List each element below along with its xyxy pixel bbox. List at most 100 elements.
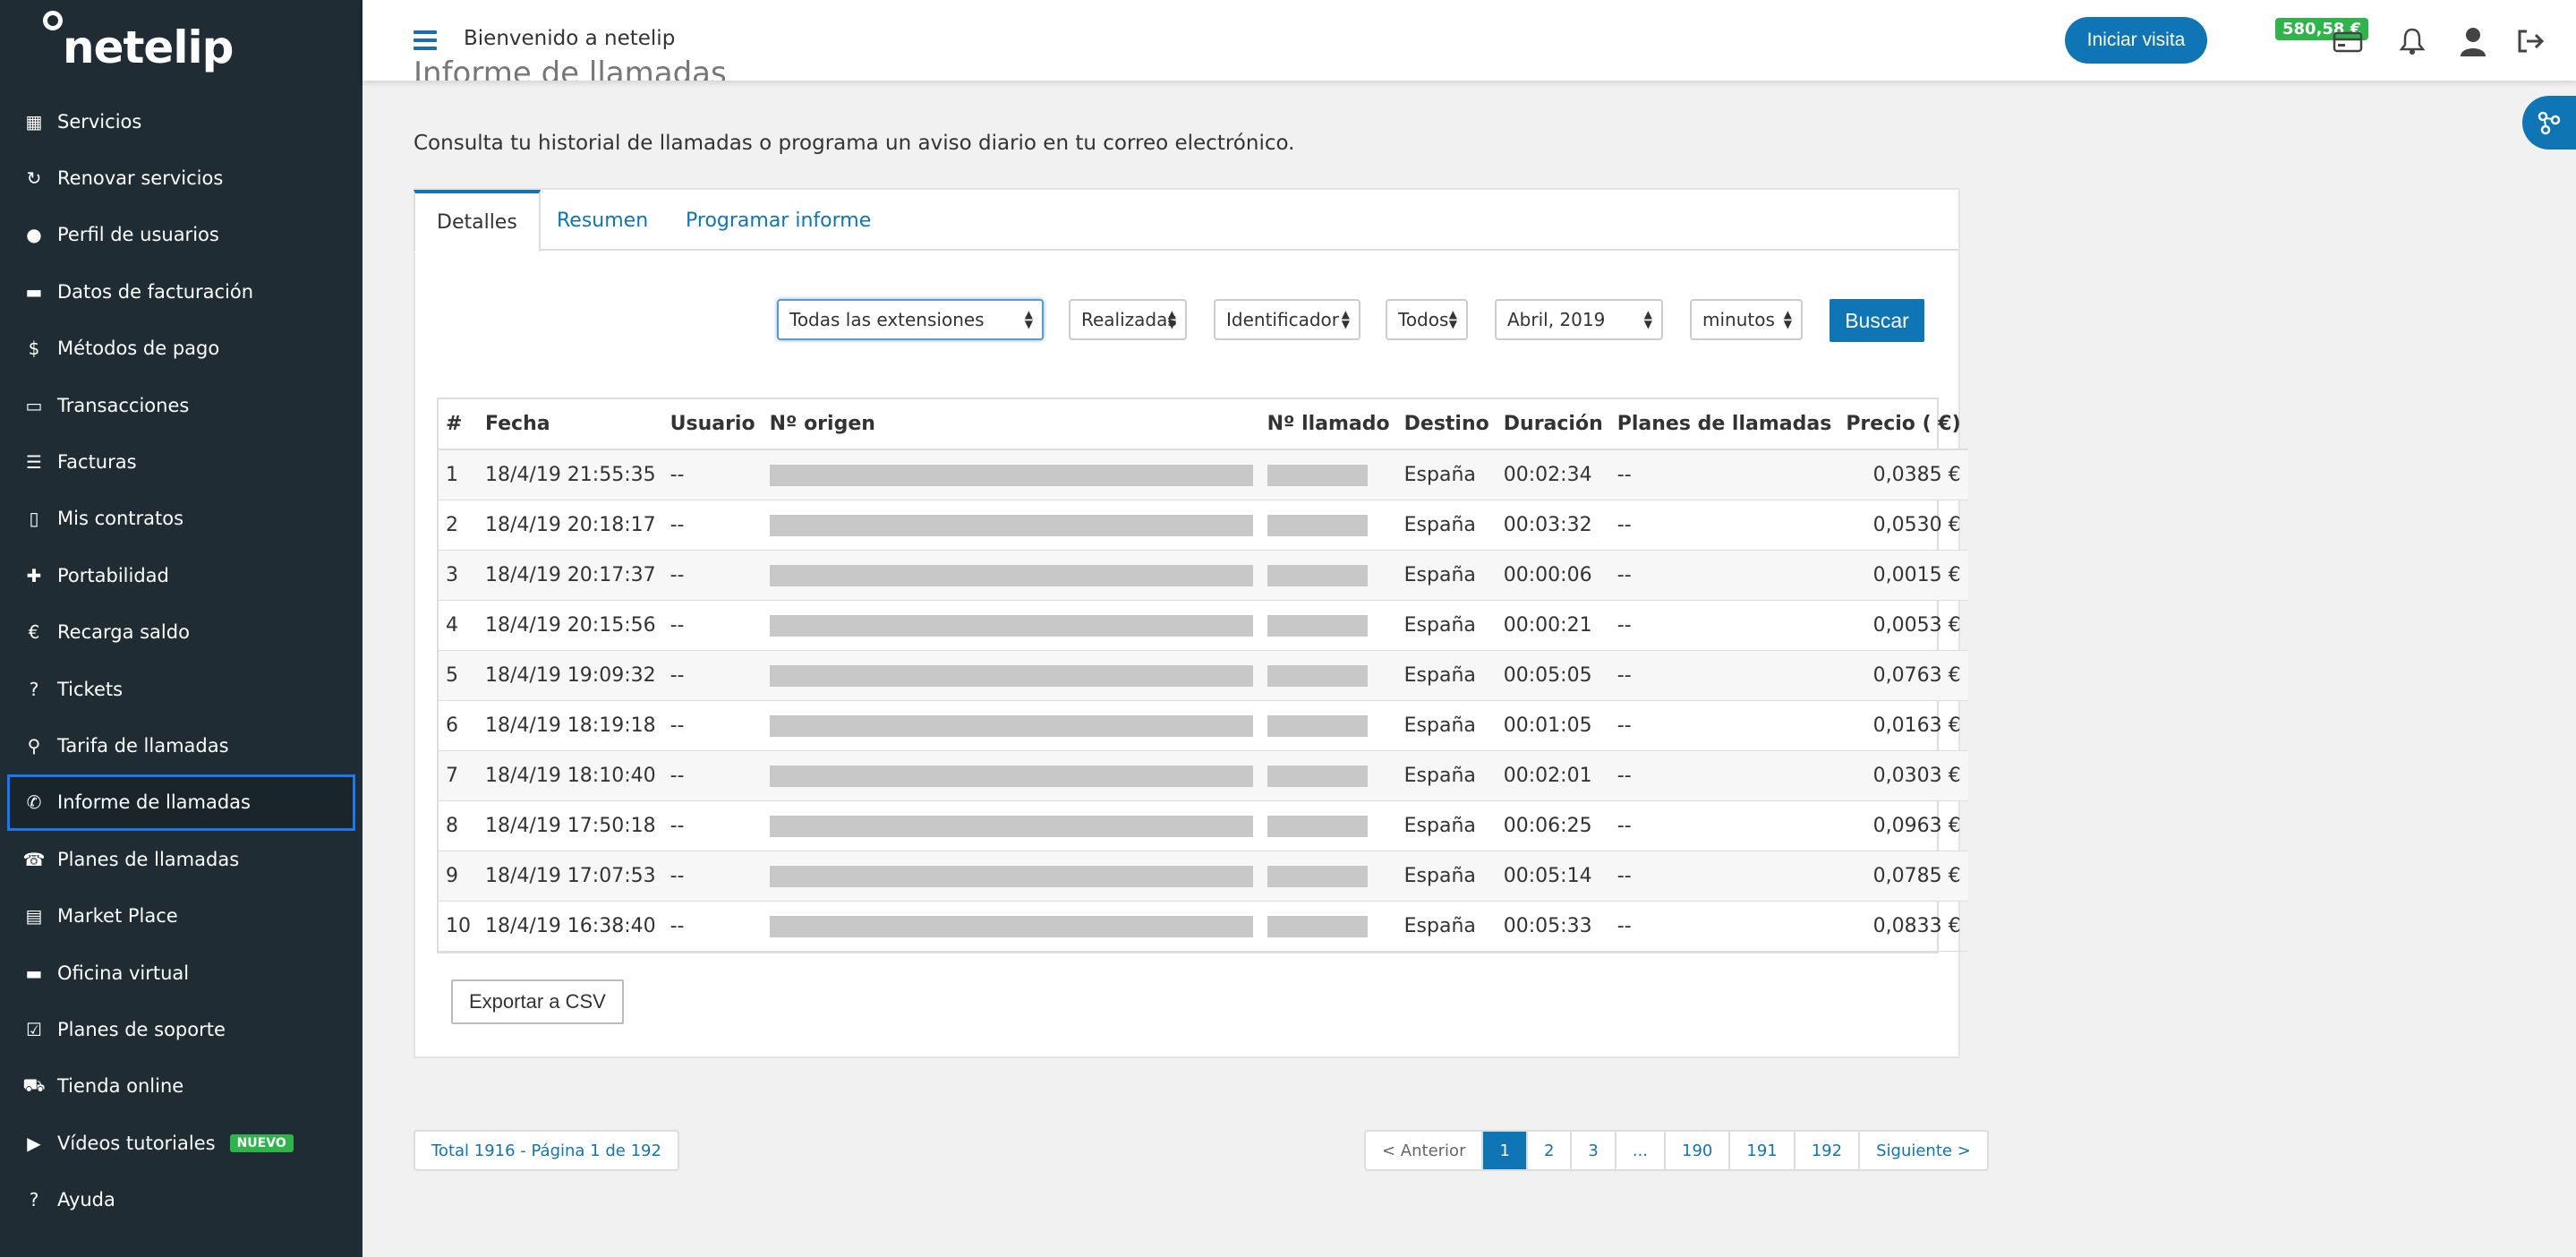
- redacted-block: [1267, 865, 1368, 887]
- tabs: Detalles Resumen Programar informe: [414, 190, 1958, 252]
- start-visit-button[interactable]: Iniciar visita: [2065, 17, 2207, 64]
- sidebar-item-perfil-de-usuarios[interactable]: ● Perfil de usuarios: [0, 207, 363, 263]
- sidebar-item-transacciones[interactable]: ▭ Transacciones: [0, 377, 363, 433]
- redacted-block: [769, 815, 1253, 837]
- store-icon: ▤: [25, 905, 43, 928]
- cell-user: --: [662, 500, 763, 551]
- unit-select[interactable]: minutos ▲ ▼: [1690, 299, 1803, 340]
- cell-destination: España: [1396, 550, 1497, 601]
- list-icon: ☰: [26, 451, 42, 474]
- sidebar-item-label: Datos de facturación: [57, 280, 254, 303]
- cell-origin-redacted: [762, 550, 1260, 601]
- dollar-icon: $: [28, 338, 40, 360]
- search-icon: ⚲: [27, 734, 41, 757]
- sidebar-item-tickets[interactable]: ? Tickets: [0, 661, 363, 717]
- cell-date: 18/4/19 20:18:17: [478, 500, 663, 551]
- table-row: 6 18/4/19 18:19:18 -- España 00:01:05 -- 0,016…: [439, 700, 1968, 751]
- export-csv-button[interactable]: Exportar a CSV: [451, 979, 624, 1024]
- cell-call-plans: --: [1609, 700, 1839, 751]
- pagination-prev[interactable]: < Anterior: [1366, 1132, 1484, 1169]
- identifier-select[interactable]: Identificador ▲ ▼: [1214, 299, 1361, 340]
- pagination-page[interactable]: 190: [1666, 1132, 1731, 1169]
- extensions-select[interactable]: Todas las extensiones ▲ ▼: [777, 299, 1044, 340]
- netelip-logo[interactable]: netelip: [43, 7, 240, 79]
- call-report-panel: Detalles Resumen Programar informe Todas…: [414, 188, 1968, 1058]
- sidebar-item-portabilidad[interactable]: ✚ Portabilidad: [0, 547, 363, 603]
- table-row: 1 18/4/19 21:55:35 -- España 00:02:34 -- 0,038…: [439, 449, 1968, 500]
- intro-text: Consulta tu historial de llamadas o prog…: [414, 132, 1295, 155]
- sidebar-item-label: Informe de llamadas: [57, 791, 251, 814]
- status-select[interactable]: Todos ▲ ▼: [1386, 299, 1468, 340]
- logout-icon[interactable]: [2514, 25, 2546, 57]
- cell-called-redacted: [1259, 700, 1397, 751]
- sidebar-item-renovar-servicios[interactable]: ↻ Renovar servicios: [0, 150, 363, 206]
- bell-icon[interactable]: [2396, 25, 2428, 57]
- pagination-page[interactable]: 192: [1796, 1132, 1861, 1169]
- page-title: Informe de llamadas: [414, 56, 727, 81]
- sidebar-item-tienda-online[interactable]: ⛟ Tienda online: [0, 1058, 363, 1115]
- total-pages-info: Total 1916 - Página 1 de 192: [414, 1130, 679, 1171]
- sidebar-item-planes-de-soporte[interactable]: ☑ Planes de soporte: [0, 1001, 363, 1057]
- cell-price: 0,0763 €: [1838, 650, 1968, 701]
- sidebar-item-oficina-virtual[interactable]: ▬ Oficina virtual: [0, 945, 363, 1001]
- sidebar-item-tarifa-de-llamadas[interactable]: ⚲ Tarifa de llamadas: [0, 717, 363, 774]
- select-arrows-icon: ▲ ▼: [1341, 308, 1350, 330]
- cell-user: --: [662, 449, 763, 500]
- tab-details[interactable]: Detalles: [414, 190, 541, 252]
- sidebar-item-planes-de-llamadas[interactable]: ☎ Planes de llamadas: [0, 831, 363, 887]
- user-account-icon[interactable]: [2457, 25, 2489, 57]
- sidebar-item-informe-de-llamadas[interactable]: ✆ Informe de llamadas: [7, 774, 355, 832]
- sidebar-item-label: Tienda online: [57, 1075, 184, 1098]
- network-icon: [2538, 111, 2561, 135]
- tab-schedule-report[interactable]: Programar informe: [686, 190, 871, 251]
- pagination-next[interactable]: Siguiente >: [1860, 1132, 1987, 1169]
- sidebar-item-facturas[interactable]: ☰ Facturas: [0, 433, 363, 490]
- pagination-page[interactable]: 3: [1572, 1132, 1616, 1169]
- sidebar-item-servicios[interactable]: ▦ Servicios: [0, 93, 363, 150]
- cell-call-plans: --: [1609, 800, 1839, 851]
- cell-call-plans: --: [1609, 600, 1839, 651]
- select-arrows-icon: ▲ ▼: [1448, 308, 1457, 330]
- cell-user: --: [662, 550, 763, 601]
- page-scrollbar[interactable]: [2567, 81, 2576, 1257]
- cell-number: 2: [439, 500, 478, 551]
- sidebar-item-label: Portabilidad: [57, 564, 169, 586]
- search-button[interactable]: Buscar: [1830, 299, 1924, 342]
- select-arrows-icon: ▲ ▼: [1167, 308, 1176, 330]
- sidebar-item-market-place[interactable]: ▤ Market Place: [0, 887, 363, 944]
- logo-text: netelip: [63, 21, 234, 73]
- pagination-page[interactable]: 1: [1483, 1132, 1528, 1169]
- sidebar-item-metodos-de-pago[interactable]: $ Métodos de pago: [0, 321, 363, 377]
- table-row: 7 18/4/19 18:10:40 -- España 00:02:01 -- 0,030…: [439, 750, 1968, 801]
- sidebar-item-mis-contratos[interactable]: ▯ Mis contratos: [0, 491, 363, 547]
- wallet-icon[interactable]: [2332, 25, 2364, 57]
- cell-call-plans: --: [1609, 750, 1839, 801]
- sidebar-item-ayuda[interactable]: ? Ayuda: [0, 1171, 363, 1227]
- cell-duration: 00:05:05: [1496, 650, 1610, 701]
- sidebar-item-label: Planes de llamadas: [57, 848, 240, 870]
- direction-select[interactable]: Realizadas ▲ ▼: [1069, 299, 1187, 340]
- hamburger-menu-icon[interactable]: [414, 30, 437, 50]
- sidebar-item-videos-tutoriales[interactable]: ▶ Vídeos tutoriales NUEVO: [0, 1115, 363, 1171]
- cell-price: 0,0963 €: [1838, 800, 1968, 851]
- col-call-plans: Planes de llamadas: [1609, 399, 1839, 450]
- cell-duration: 00:06:25: [1496, 800, 1610, 851]
- cell-duration: 00:05:14: [1496, 851, 1610, 902]
- redacted-block: [1267, 714, 1368, 737]
- pagination-page[interactable]: ...: [1616, 1132, 1667, 1169]
- sidebar-item-label: Tickets: [57, 678, 124, 700]
- pagination-page[interactable]: 191: [1730, 1132, 1796, 1169]
- cell-number: 9: [439, 851, 478, 902]
- euro-icon: €: [28, 621, 40, 644]
- sidebar-nav: ▦ Servicios ↻ Renovar servicios ● Perfil de u…: [0, 93, 363, 1228]
- redacted-block: [769, 664, 1253, 687]
- sidebar-item-label: Métodos de pago: [57, 338, 220, 360]
- calls-table: # Fecha Usuario Nº origen Nº llamado Des…: [437, 398, 1968, 953]
- sidebar-item-datos-de-facturacion[interactable]: ▬ Datos de facturación: [0, 263, 363, 320]
- cell-called-redacted: [1259, 550, 1397, 601]
- pagination-page[interactable]: 2: [1528, 1132, 1573, 1169]
- month-select[interactable]: Abril, 2019 ▲ ▼: [1495, 299, 1663, 340]
- tab-summary[interactable]: Resumen: [557, 190, 648, 251]
- cell-duration: 00:02:01: [1496, 750, 1610, 801]
- sidebar-item-recarga-saldo[interactable]: € Recarga saldo: [0, 604, 363, 661]
